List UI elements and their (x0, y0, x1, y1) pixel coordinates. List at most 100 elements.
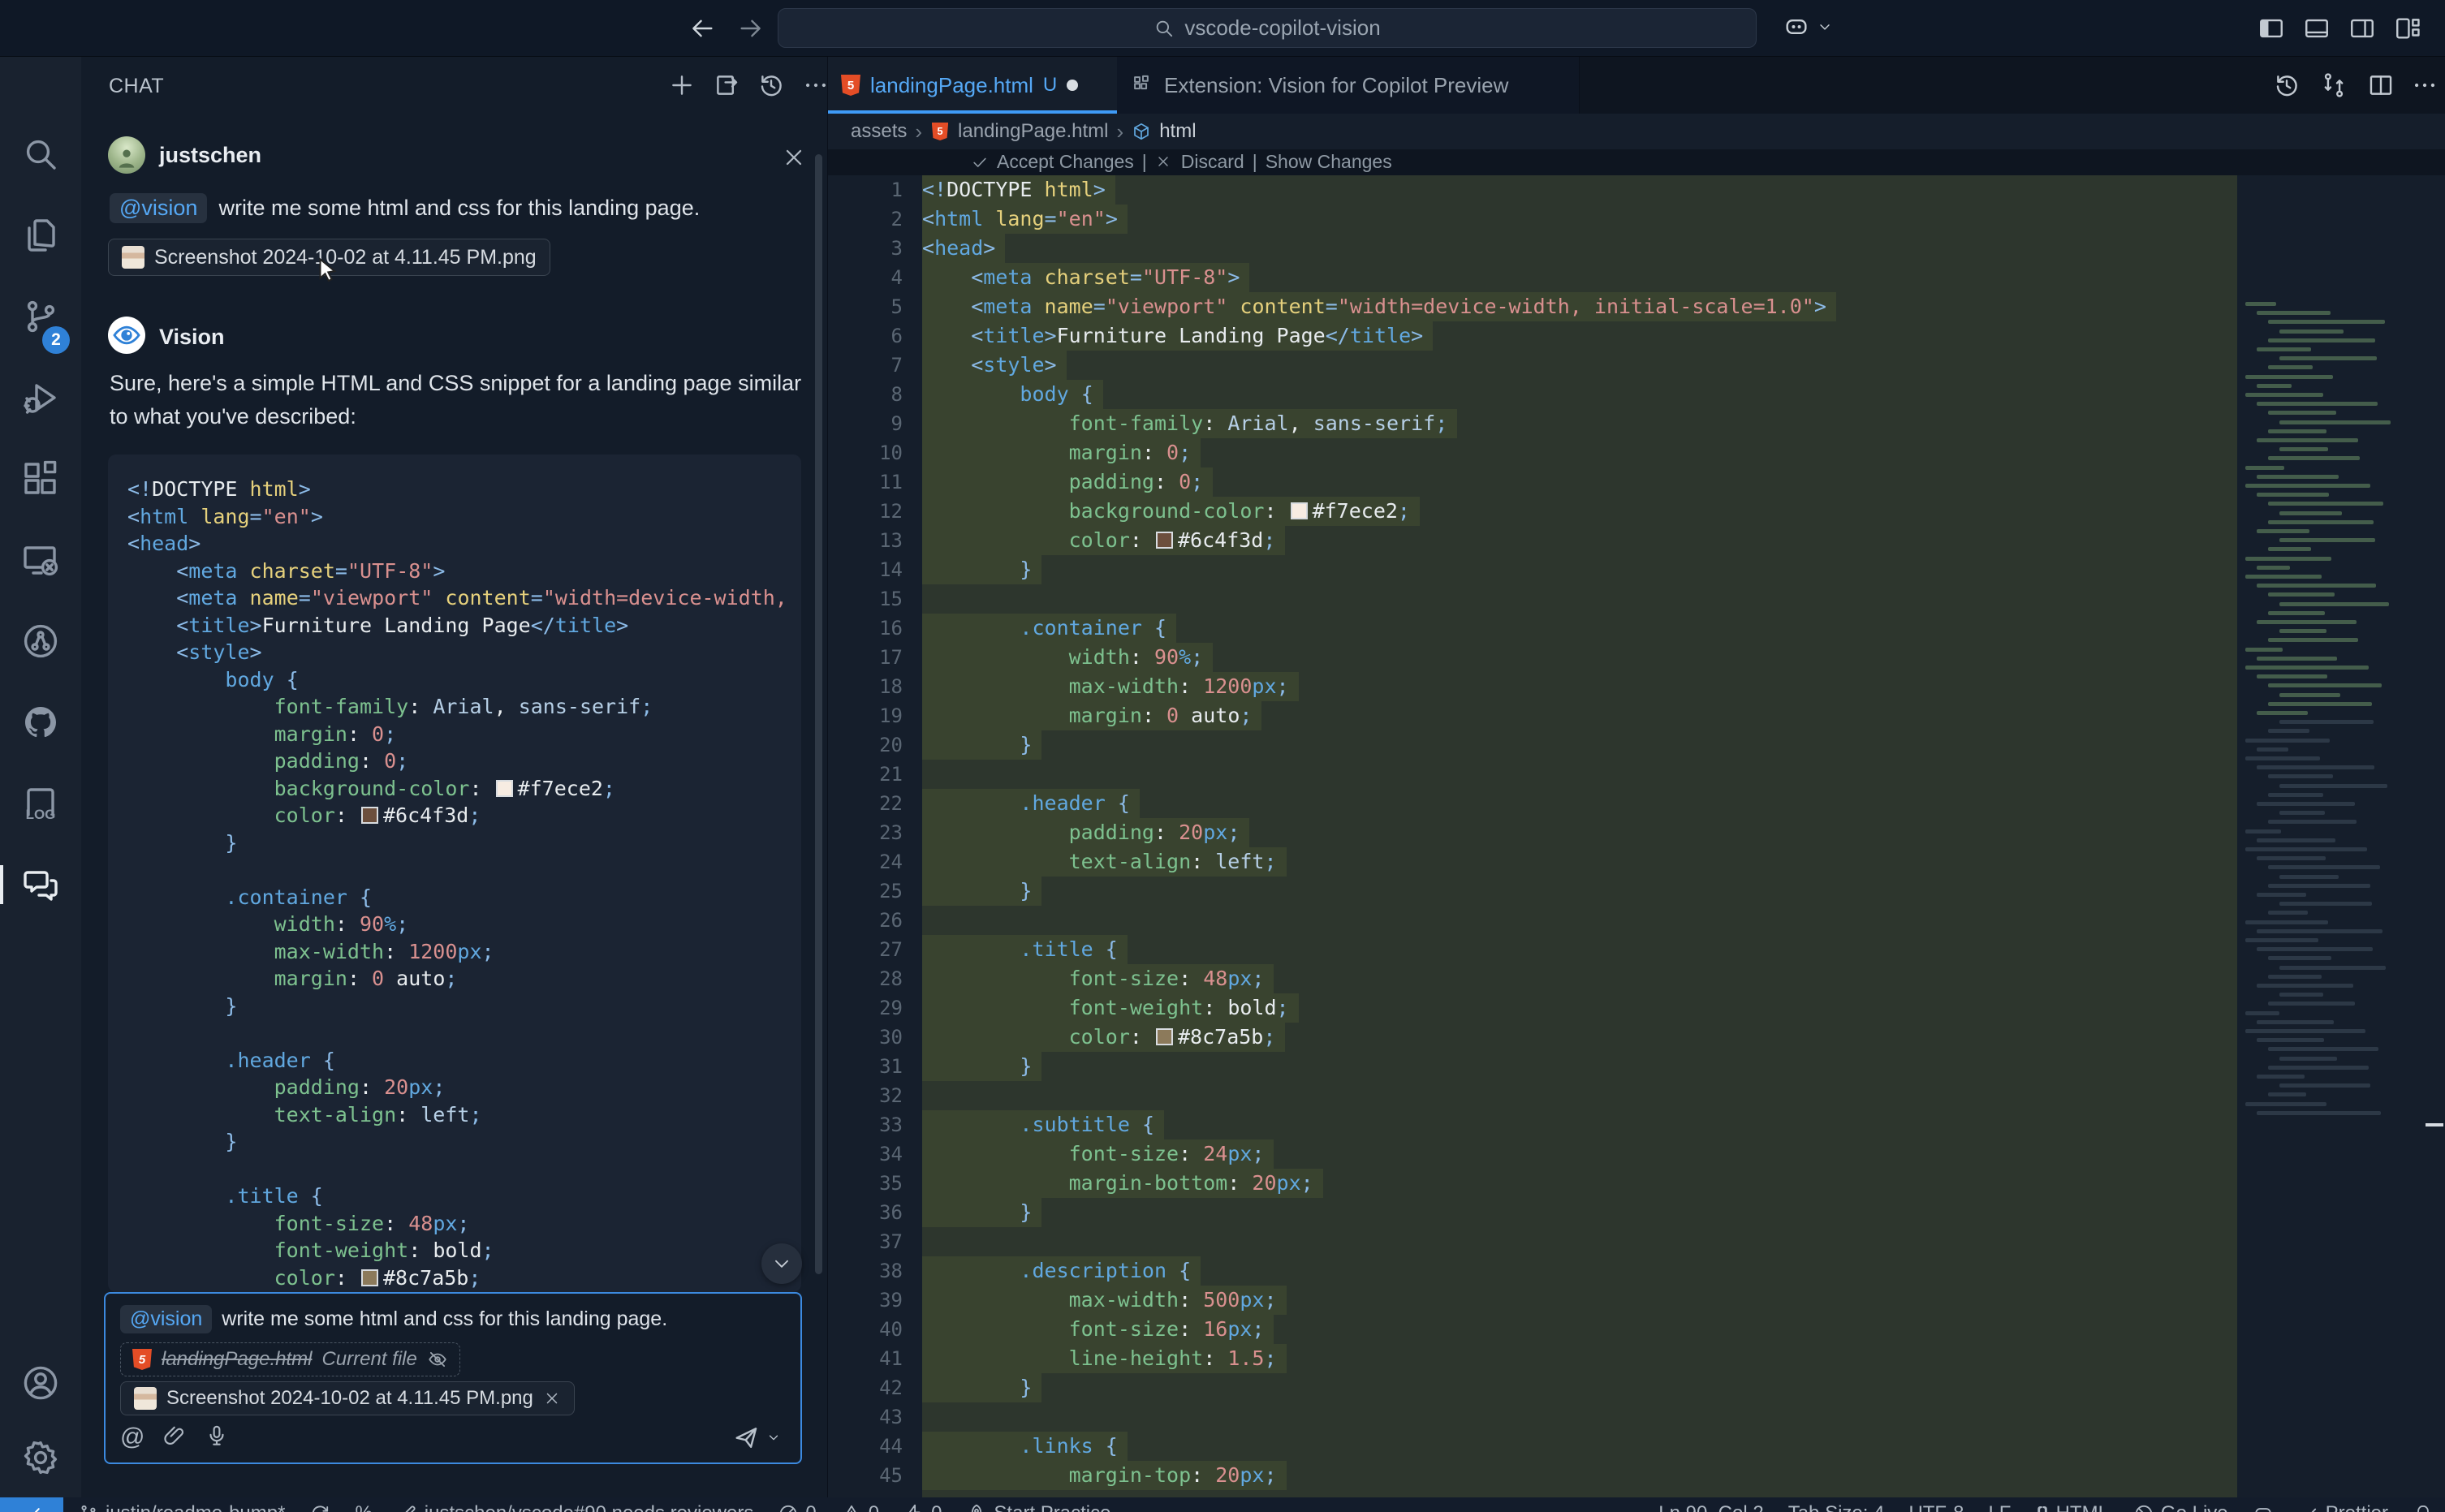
status-item[interactable]: {}HTML (2035, 1497, 2108, 1512)
more-actions-icon[interactable] (802, 71, 830, 99)
copilot-menu[interactable] (1783, 13, 1833, 41)
minimap[interactable] (2237, 294, 2445, 1512)
input-attachment-pill[interactable]: Screenshot 2024-10-02 at 4.11.45 PM.png (120, 1381, 575, 1415)
status-item[interactable]: 0 (903, 1497, 942, 1512)
tab-landing-page[interactable]: 5 landingPage.html U (828, 57, 1117, 114)
microphone-icon[interactable] (205, 1424, 231, 1450)
accept-changes-link[interactable]: Accept Changes (997, 151, 1134, 173)
line-number: 41 (828, 1344, 922, 1373)
code-line: 23 padding: 20px; (828, 818, 2445, 847)
chat-code-line: <style> (127, 639, 801, 666)
code-line: 21 (828, 760, 2445, 789)
chat-panel: CHAT justschen @vision write me some htm… (81, 57, 828, 1497)
status-item[interactable]: Start Practice... (966, 1497, 1127, 1512)
html5-file-icon: 5 (932, 123, 948, 140)
remote-explorer-icon[interactable] (21, 541, 60, 579)
line-number: 1 (828, 175, 922, 205)
compare-changes-icon[interactable] (2320, 71, 2349, 101)
mention-context-icon[interactable]: @ (120, 1424, 146, 1450)
status-item[interactable]: Ln 90, Col 2 (1658, 1497, 1763, 1512)
attach-file-icon[interactable] (162, 1424, 188, 1450)
editor-more-actions-icon[interactable] (2411, 71, 2440, 101)
extensions-icon[interactable] (21, 459, 60, 498)
breadcrumb-folder[interactable]: assets (851, 120, 907, 143)
line-number: 23 (828, 818, 922, 847)
status-item[interactable]: justin/readme-bump* (78, 1497, 285, 1512)
chat-code-line: body { (127, 666, 801, 694)
scroll-to-bottom-button[interactable] (761, 1243, 802, 1284)
status-item[interactable] (2413, 1497, 2434, 1512)
show-changes-link[interactable]: Show Changes (1266, 151, 1392, 173)
line-number: 12 (828, 497, 922, 526)
code-line: 28 font-size: 48px; (828, 964, 2445, 993)
line-number: 30 (828, 1023, 922, 1052)
commit-graph-icon[interactable] (21, 622, 60, 661)
status-item[interactable] (309, 1497, 330, 1512)
status-item[interactable]: Prettier (2298, 1497, 2388, 1512)
chat-scrollbar[interactable] (815, 154, 822, 1274)
line-number: 34 (828, 1139, 922, 1169)
eye-off-icon[interactable] (427, 1349, 448, 1370)
status-item[interactable]: 0 (778, 1497, 816, 1512)
forward-arrow-icon[interactable] (737, 15, 765, 42)
assistant-intro: Sure, here's a simple HTML and CSS snipp… (110, 367, 801, 433)
color-swatch (361, 1269, 378, 1286)
toggle-panel-icon[interactable] (2302, 15, 2331, 42)
search-sidebar-icon[interactable] (21, 135, 60, 174)
status-item[interactable] (2253, 1497, 2274, 1512)
toggle-secondary-sidebar-icon[interactable] (2348, 15, 2377, 42)
settings-gear-icon[interactable] (21, 1438, 60, 1477)
status-item[interactable]: UTF-8 (1908, 1497, 1964, 1512)
new-chat-icon[interactable] (668, 71, 696, 99)
explorer-icon[interactable] (21, 216, 60, 255)
code-line: 3<head> (828, 234, 2445, 263)
code-line: 20 } (828, 730, 2445, 760)
split-editor-icon[interactable] (2367, 71, 2396, 101)
send-button[interactable] (732, 1424, 781, 1451)
chat-input-box[interactable]: @vision write me some html and css for t… (104, 1292, 802, 1464)
breadcrumb-symbol[interactable]: html (1159, 120, 1196, 143)
status-item[interactable]: justschen/vscode#90 needs reviewers (397, 1497, 754, 1512)
account-icon[interactable] (21, 1363, 60, 1402)
code-line: 1<!DOCTYPE html> (828, 175, 2445, 205)
vision-mention[interactable]: @vision (110, 193, 207, 223)
tab-extension-preview[interactable]: Extension: Vision for Copilot Preview (1117, 57, 1580, 114)
chat-code-line: background-color: #f7ece2; (127, 775, 801, 803)
chat-input-text[interactable]: @vision write me some html and css for t… (120, 1305, 667, 1333)
line-number: 21 (828, 760, 922, 789)
discard-link[interactable]: Discard (1181, 151, 1244, 173)
editor-code-area[interactable]: 1<!DOCTYPE html>2<html lang="en">3<head>… (828, 175, 2445, 1497)
remove-attachment-icon[interactable] (543, 1389, 561, 1407)
code-line: 43 (828, 1402, 2445, 1432)
run-debug-icon[interactable] (21, 378, 60, 417)
chat-code-line: <html lang="en"> (127, 503, 801, 531)
unsaved-dot-icon[interactable] (1067, 80, 1078, 91)
status-item[interactable]: % (355, 1497, 372, 1512)
open-chat-in-editor-icon[interactable] (713, 71, 740, 99)
line-number: 25 (828, 877, 922, 906)
assistant-name: Vision (159, 325, 225, 350)
line-number: 27 (828, 935, 922, 964)
line-number: 15 (828, 584, 922, 614)
line-number: 32 (828, 1081, 922, 1110)
toggle-sidebar-icon[interactable] (2257, 15, 2286, 42)
back-arrow-icon[interactable] (688, 15, 716, 42)
chat-history-icon[interactable] (757, 71, 785, 99)
status-item[interactable]: Go Live (2133, 1497, 2228, 1512)
close-message-icon[interactable] (781, 144, 807, 170)
status-item[interactable]: Tab Size: 4 (1788, 1497, 1885, 1512)
current-file-context-pill[interactable]: 5 landingPage.html Current file (120, 1342, 460, 1376)
remote-indicator[interactable] (0, 1497, 63, 1512)
github-icon[interactable] (21, 703, 60, 742)
customize-layout-icon[interactable] (2393, 15, 2422, 42)
html5-file-icon: 5 (841, 75, 860, 96)
chat-code-line: padding: 0; (127, 747, 801, 775)
status-item[interactable]: LF (1988, 1497, 2011, 1512)
chat-view-icon[interactable] (21, 865, 60, 904)
output-log-icon[interactable]: LOG (21, 784, 60, 823)
command-center-search[interactable]: vscode-copilot-vision (778, 8, 1757, 48)
status-item[interactable]: 0 (841, 1497, 879, 1512)
timeline-history-icon[interactable] (2273, 71, 2302, 101)
breadcrumb-file[interactable]: landingPage.html (958, 120, 1108, 143)
color-swatch (1156, 532, 1173, 549)
